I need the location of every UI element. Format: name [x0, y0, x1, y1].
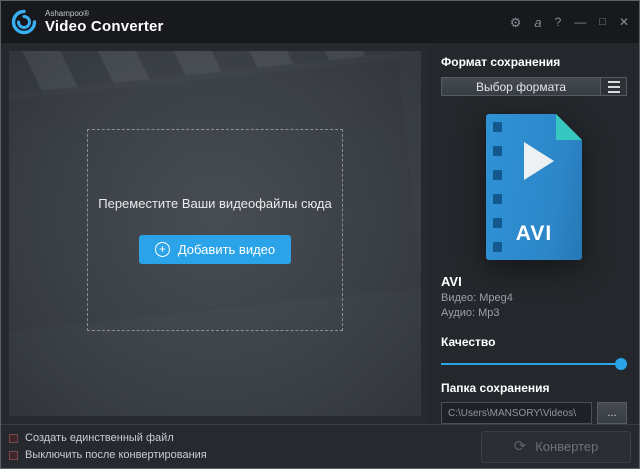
- convert-label: Конвертер: [535, 439, 598, 454]
- titlebar: Ashampoo® Video Converter ⚙ a ? — □ ✕: [1, 1, 639, 43]
- folded-corner: [556, 114, 582, 140]
- output-folder-label: Папка сохранения: [441, 381, 627, 395]
- video-codec-line: Видео: Mpeg4: [441, 292, 627, 304]
- dropzone[interactable]: Переместите Ваши видеофайлы сюда + Добав…: [9, 51, 421, 416]
- menu-icon[interactable]: [600, 78, 626, 95]
- brand-block: Ashampoo® Video Converter: [45, 9, 164, 35]
- format-preview: AVI: [441, 114, 627, 260]
- add-video-label: Добавить видео: [178, 241, 275, 256]
- help-icon[interactable]: ?: [555, 16, 562, 28]
- drop-message: Переместите Ваши видеофайлы сюда: [98, 195, 332, 210]
- avi-file-icon: AVI: [486, 114, 582, 260]
- slider-track[interactable]: [441, 363, 627, 365]
- minimize-icon[interactable]: —: [574, 16, 586, 28]
- output-folder-row: ...: [441, 402, 627, 424]
- options-checkboxes: Создать единственный файл Выключить посл…: [9, 432, 207, 461]
- drop-target[interactable]: Переместите Ваши видеофайлы сюда + Добав…: [87, 128, 343, 330]
- slider-knob[interactable]: [615, 358, 627, 370]
- footer-bar: Создать единственный файл Выключить посл…: [1, 424, 639, 468]
- close-icon[interactable]: ✕: [619, 16, 629, 28]
- file-type-label: AVI: [486, 222, 582, 246]
- folder-path-input[interactable]: [441, 402, 592, 424]
- format-sidebar: Формат сохранения Выбор формата AVI AVI …: [429, 43, 639, 424]
- shutdown-option[interactable]: Выключить после конвертирования: [9, 449, 207, 461]
- convert-button[interactable]: ⟳ Конвертер: [481, 431, 631, 463]
- single-file-option[interactable]: Создать единственный файл: [9, 432, 207, 444]
- titlebar-controls: ⚙ a ? — □ ✕: [510, 16, 629, 29]
- quality-slider[interactable]: [441, 357, 627, 367]
- app-logo-icon: [11, 9, 37, 35]
- convert-icon: ⟳: [514, 439, 527, 454]
- format-select-button[interactable]: Выбор формата: [441, 77, 627, 96]
- add-video-button[interactable]: + Добавить видео: [139, 234, 291, 263]
- app-title: Video Converter: [45, 19, 164, 36]
- checkbox-single-file[interactable]: [9, 434, 18, 443]
- shutdown-label: Выключить после конвертирования: [25, 449, 207, 461]
- font-size-icon[interactable]: a: [534, 16, 541, 29]
- settings-gear-icon[interactable]: ⚙: [510, 16, 522, 29]
- app-window: Ashampoo® Video Converter ⚙ a ? — □ ✕ Пе…: [0, 0, 640, 469]
- checkbox-shutdown[interactable]: [9, 451, 18, 460]
- single-file-label: Создать единственный файл: [25, 432, 174, 444]
- format-select-label: Выбор формата: [442, 78, 600, 95]
- format-section-title: Формат сохранения: [441, 55, 627, 69]
- main-content: Переместите Ваши видеофайлы сюда + Добав…: [1, 43, 639, 424]
- browse-button[interactable]: ...: [597, 402, 627, 424]
- format-name: AVI: [441, 274, 627, 289]
- plus-icon: +: [155, 241, 170, 256]
- quality-label: Качество: [441, 335, 627, 349]
- audio-codec-line: Аудио: Mp3: [441, 307, 627, 319]
- play-icon: [524, 142, 554, 180]
- maximize-icon[interactable]: □: [599, 17, 606, 28]
